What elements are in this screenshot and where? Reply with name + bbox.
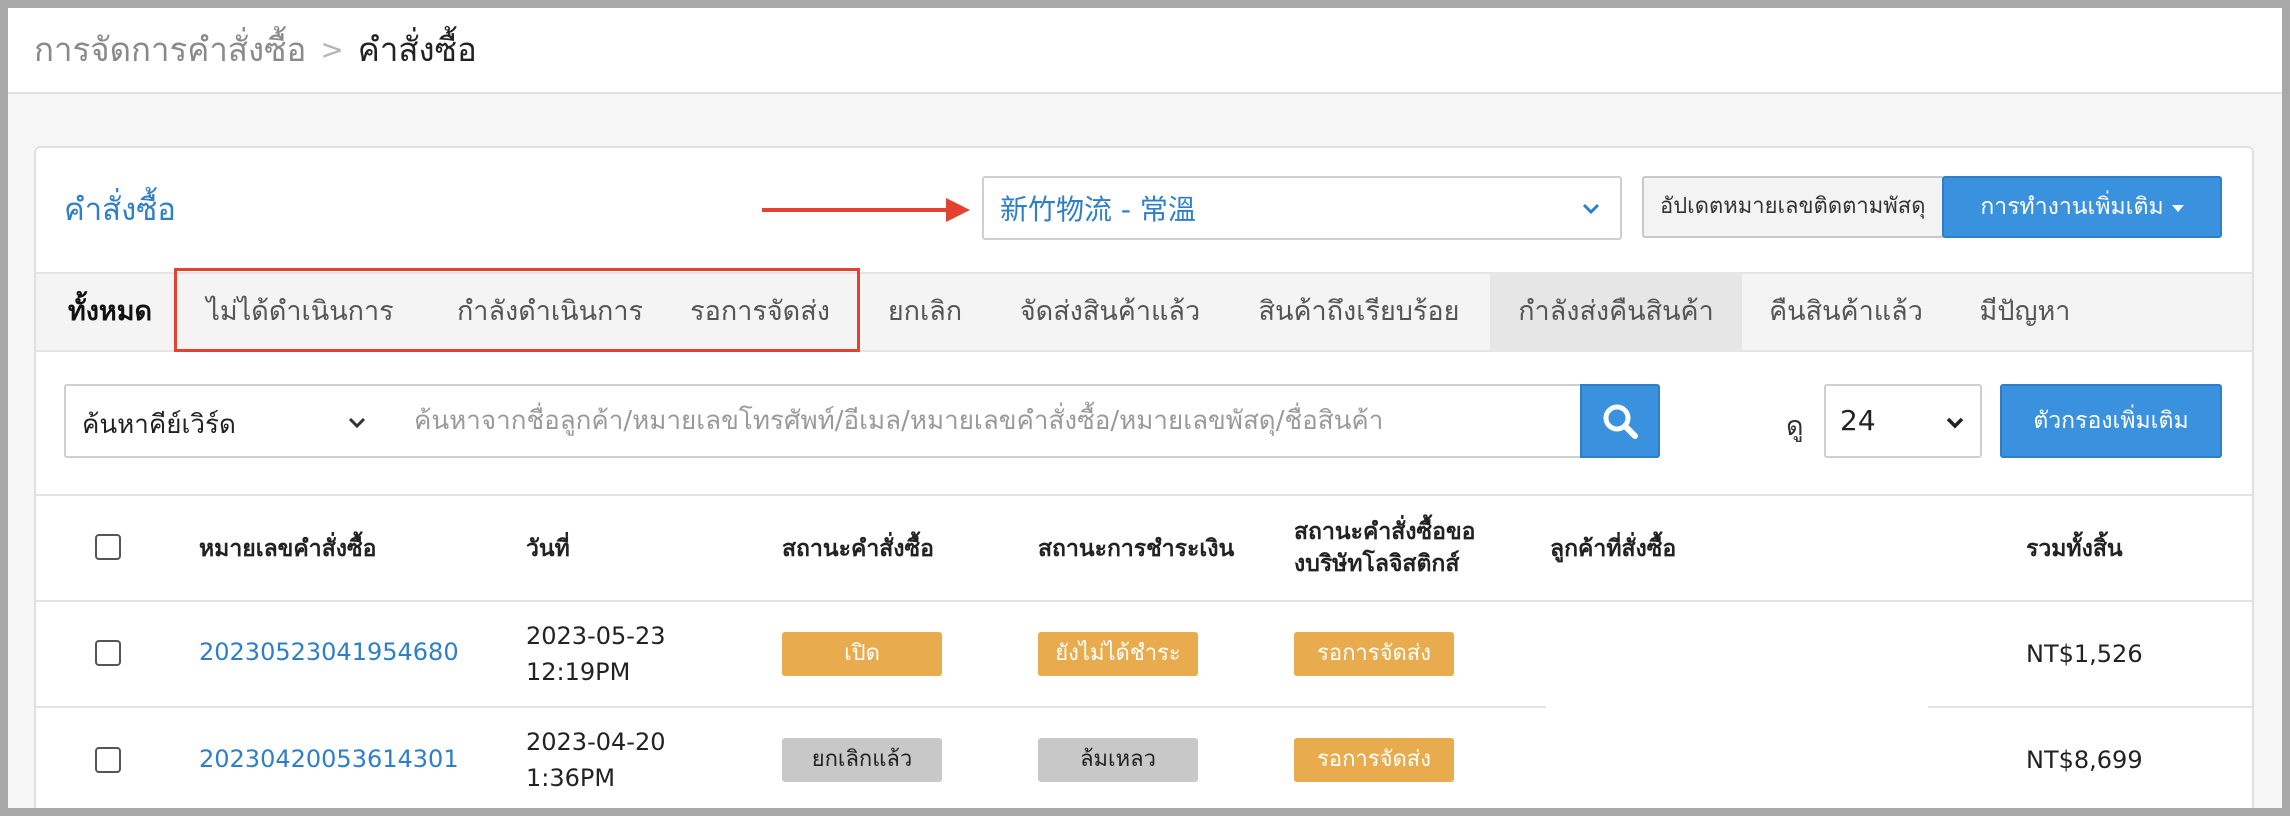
- update-tracking-button[interactable]: อัปเดตหมายเลขติดตามพัสดุ: [1642, 176, 1944, 238]
- page-title: คำสั่งซื้อ: [64, 192, 176, 228]
- header-payment-status: สถานะการชำระเงิน: [1038, 536, 1235, 562]
- row-checkbox[interactable]: [95, 640, 121, 666]
- orders-panel: [34, 146, 2254, 816]
- per-page-select[interactable]: 24: [1824, 384, 1982, 458]
- header-logistics-status-line1: สถานะคำสั่งซื้อขอ: [1294, 519, 1476, 545]
- top-bar: การจัดการคำสั่งซื้อ > คำสั่งซื้อ: [8, 8, 2282, 94]
- more-actions-label: การทำงานเพิ่มเติม: [1980, 194, 2164, 220]
- tab-cancelled[interactable]: ยกเลิก: [874, 272, 976, 352]
- payment-status-badge: ยังไม่ได้ชำระ: [1038, 632, 1198, 676]
- chevron-down-icon: [1946, 417, 1964, 429]
- tab-problem[interactable]: มีปัญหา: [1970, 272, 2080, 352]
- search-button[interactable]: [1580, 384, 1660, 458]
- row-checkbox[interactable]: [95, 747, 121, 773]
- order-status-badge: ยกเลิกแล้ว: [782, 738, 942, 782]
- breadcrumb-parent-link[interactable]: การจัดการคำสั่งซื้อ: [34, 28, 306, 72]
- more-actions-button[interactable]: การทำงานเพิ่มเติม: [1942, 176, 2222, 238]
- breadcrumb-separator: >: [320, 33, 344, 66]
- select-all-checkbox[interactable]: [95, 534, 121, 560]
- header-customer: ลูกค้าที่สั่งซื้อ: [1550, 536, 1677, 562]
- order-date: 2023-04-20: [526, 728, 666, 756]
- order-time: 1:36PM: [526, 764, 616, 792]
- search-input[interactable]: [384, 384, 1582, 458]
- search-icon: [1603, 404, 1638, 439]
- order-status-badge: เปิด: [782, 632, 942, 676]
- view-label: ดู: [1786, 411, 1804, 442]
- order-total: NT$8,699: [2026, 746, 2143, 774]
- per-page-value: 24: [1840, 404, 1876, 437]
- payment-status-badge: ล้มเหลว: [1038, 738, 1198, 782]
- chevron-down-icon: [348, 417, 366, 429]
- store-select-value: 新竹物流 - 常溫: [1000, 193, 1196, 226]
- annotation-arrow-icon: [762, 198, 970, 222]
- header-order-no: หมายเลขคำสั่งซื้อ: [199, 536, 377, 562]
- header-order-status: สถานะคำสั่งซื้อ: [782, 536, 934, 562]
- tab-returned[interactable]: คืนสินค้าแล้ว: [1762, 272, 1930, 352]
- breadcrumb-current: คำสั่งซื้อ: [357, 30, 477, 69]
- tab-all[interactable]: ทั้งหมด: [64, 272, 156, 352]
- tab-shipped[interactable]: จัดส่งสินค้าแล้ว: [1010, 272, 1210, 352]
- row-divider: [36, 706, 1546, 708]
- store-select[interactable]: 新竹物流 - 常溫: [982, 176, 1622, 240]
- logistics-status-badge: รอการจัดส่ง: [1294, 738, 1454, 782]
- caret-down-icon: [2171, 205, 2184, 212]
- row-divider: [1928, 706, 2252, 708]
- more-filters-button[interactable]: ตัวกรองเพิ่มเติม: [2000, 384, 2222, 458]
- keyword-select[interactable]: ค้นหาคีย์เวิร์ด: [64, 384, 386, 458]
- tab-delivered[interactable]: สินค้าถึงเรียบร้อย: [1244, 272, 1474, 352]
- tab-awaiting-shipment[interactable]: รอการจัดส่ง: [680, 272, 840, 352]
- chevron-down-icon: [1582, 203, 1600, 215]
- header-logistics-status-line2: งบริษัทโลจิสติกส์: [1294, 551, 1460, 577]
- tab-returning[interactable]: กำลังส่งคืนสินค้า: [1490, 272, 1742, 352]
- order-number-link[interactable]: 20230523041954680: [199, 638, 459, 666]
- order-total: NT$1,526: [2026, 640, 2143, 668]
- header-total: รวมทั้งสิ้น: [2026, 536, 2123, 562]
- header-date: วันที่: [526, 536, 570, 562]
- breadcrumb: การจัดการคำสั่งซื้อ > คำสั่งซื้อ: [34, 28, 477, 72]
- tab-processing[interactable]: กำลังดำเนินการ: [440, 272, 660, 352]
- tab-not-processed[interactable]: ไม่ได้ดำเนินการ: [200, 272, 400, 352]
- order-number-link[interactable]: 20230420053614301: [199, 745, 459, 773]
- logistics-status-badge: รอการจัดส่ง: [1294, 632, 1454, 676]
- order-time: 12:19PM: [526, 658, 631, 686]
- keyword-select-value: ค้นหาคีย์เวิร์ด: [82, 410, 236, 440]
- order-date: 2023-05-23: [526, 622, 666, 650]
